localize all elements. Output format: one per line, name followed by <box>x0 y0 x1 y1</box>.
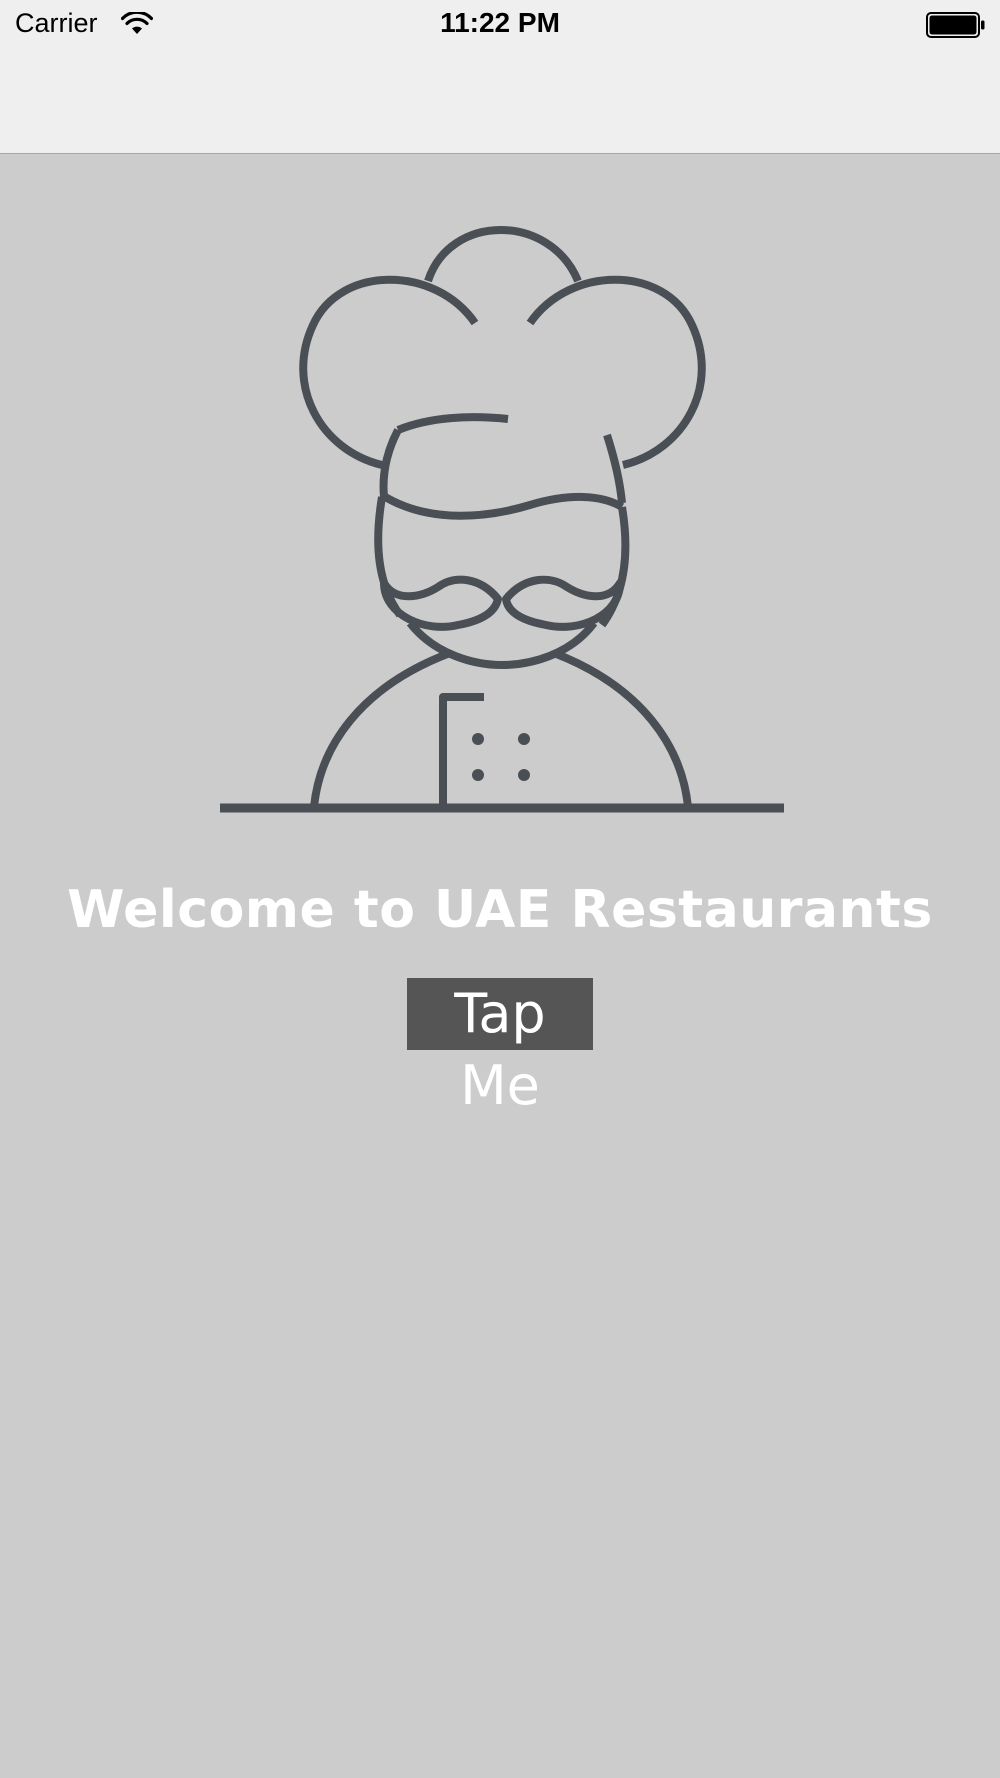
tap-me-button[interactable]: Tap Me <box>407 978 593 1117</box>
clock: 11:22 PM <box>440 7 560 38</box>
welcome-heading: Welcome to UAE Restaurants <box>67 880 933 940</box>
battery-icon <box>926 12 985 38</box>
status-bar: Carrier 11:22 PM <box>0 0 1000 52</box>
navigation-bar: Carrier 11:22 PM <box>0 0 1000 154</box>
chef-icon <box>220 226 784 813</box>
